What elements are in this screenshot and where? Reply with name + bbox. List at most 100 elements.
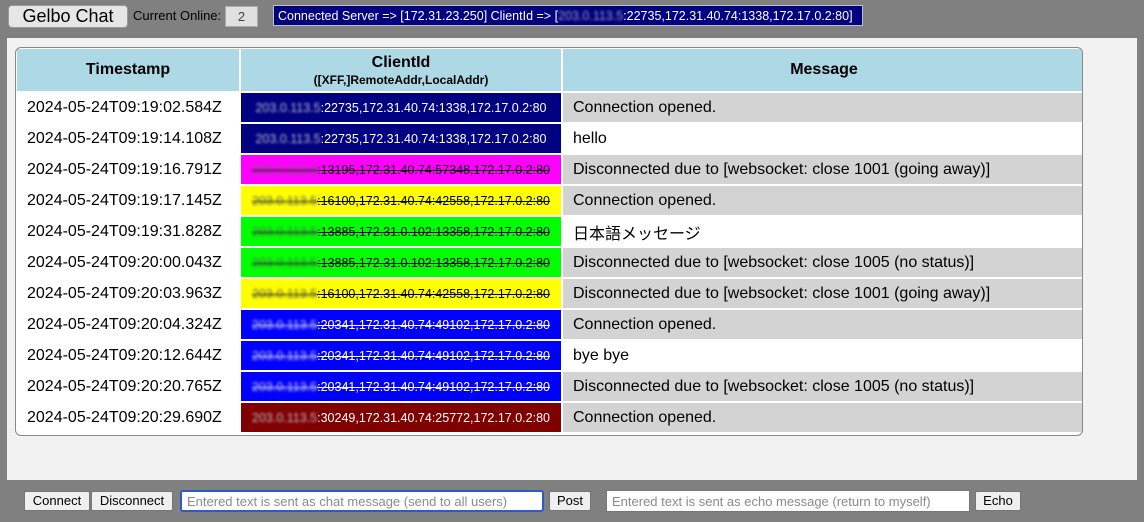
- row-timestamp: 2024-05-24T09:20:20.765Z: [17, 372, 239, 401]
- row-clientid-text: 203.0.113.5:16100,172.31.40.74:42558,172…: [252, 194, 550, 208]
- row-chat-message: bye bye: [563, 341, 1082, 370]
- redacted-client-ip: 203.0.113.5: [558, 9, 624, 23]
- row-clientid-text: 203.0.113.5:22735,172.31.40.74:1338,172.…: [255, 101, 546, 115]
- row-clientid: 203.0.113.5:22735,172.31.40.74:1338,172.…: [241, 124, 561, 153]
- message-log-panel: Timestamp ClientId ([XFF,]RemoteAddr,Loc…: [7, 38, 1137, 480]
- row-timestamp: 2024-05-24T09:19:14.108Z: [17, 124, 239, 153]
- row-clientid-address: :13885,172.31.0.102:13358,172.17.0.2:80: [317, 224, 550, 239]
- row-clientid-address: :22735,172.31.40.74:1338,172.17.0.2:80: [320, 131, 547, 146]
- row-system-message: Disconnected due to [websocket: close 10…: [563, 155, 1082, 184]
- row-clientid: 203.0.113.5:13885,172.31.0.102:13358,172…: [241, 248, 561, 277]
- redacted-client-ip: 203.0.113.5: [255, 100, 321, 115]
- table-row: 2024-05-24T09:19:02.584Z 203.0.113.5:2273…: [17, 93, 1082, 122]
- connected-server-banner: Connected Server => [172.31.23.250] Clie…: [273, 5, 863, 26]
- row-clientid-address: :13885,172.31.0.102:13358,172.17.0.2:80: [317, 255, 550, 270]
- row-clientid-address: :30249,172.31.40.74:25772,172.17.0.2:80: [317, 410, 550, 425]
- row-timestamp: 2024-05-24T09:20:29.690Z: [17, 403, 239, 432]
- row-clientid: 203.0.113.5:13195,172.31.40.74:57348,172…: [241, 155, 561, 184]
- table-row: 2024-05-24T09:19:31.828Z 203.0.113.5:1388…: [17, 217, 1082, 246]
- redacted-client-ip: 203.0.113.5: [252, 410, 318, 425]
- row-clientid-text: 203.0.113.5:13195,172.31.40.74:57348,172…: [252, 163, 550, 177]
- column-header-clientid: ClientId ([XFF,]RemoteAddr,LocalAddr): [241, 49, 561, 91]
- row-timestamp: 2024-05-24T09:20:03.963Z: [17, 279, 239, 308]
- clientid-header-label: ClientId: [371, 53, 431, 71]
- row-clientid: 203.0.113.5:16100,172.31.40.74:42558,172…: [241, 279, 561, 308]
- row-clientid-address: :20341,172.31.40.74:49102,172.17.0.2:80: [317, 317, 550, 332]
- online-count-label: Current Online:: [133, 8, 222, 23]
- row-clientid-text: 203.0.113.5:20341,172.31.40.74:49102,172…: [252, 318, 550, 332]
- row-clientid-text: 203.0.113.5:20341,172.31.40.74:49102,172…: [252, 380, 550, 394]
- row-clientid-text: 203.0.113.5:20341,172.31.40.74:49102,172…: [252, 349, 550, 363]
- row-clientid: 203.0.113.5:20341,172.31.40.74:49102,172…: [241, 341, 561, 370]
- row-chat-message: hello: [563, 124, 1082, 153]
- redacted-client-ip: 203.0.113.5: [252, 224, 318, 239]
- message-table-frame[interactable]: Timestamp ClientId ([XFF,]RemoteAddr,Loc…: [15, 47, 1083, 436]
- row-clientid: 203.0.113.5:22735,172.31.40.74:1338,172.…: [241, 93, 561, 122]
- row-clientid-address: :20341,172.31.40.74:49102,172.17.0.2:80: [317, 348, 550, 363]
- connect-button[interactable]: Connect: [24, 491, 90, 511]
- server-banner-prefix: Connected Server => [172.31.23.250] Clie…: [278, 9, 559, 23]
- row-system-message: Disconnected due to [websocket: close 10…: [563, 279, 1082, 308]
- row-system-message: Connection opened.: [563, 186, 1082, 215]
- redacted-client-ip: 203.0.113.5: [252, 286, 318, 301]
- table-row: 2024-05-24T09:19:17.145Z 203.0.113.5:1610…: [17, 186, 1082, 215]
- input-bar: Connect Disconnect Post Echo: [0, 490, 1144, 514]
- row-clientid: 203.0.113.5:30249,172.31.40.74:25772,172…: [241, 403, 561, 432]
- table-row: 2024-05-24T09:20:03.963Z 203.0.113.5:1610…: [17, 279, 1082, 308]
- row-system-message: Disconnected due to [websocket: close 10…: [563, 248, 1082, 277]
- table-row: 2024-05-24T09:19:14.108Z 203.0.113.5:2273…: [17, 124, 1082, 153]
- row-system-message: Connection opened.: [563, 310, 1082, 339]
- chat-message-input[interactable]: [180, 490, 544, 512]
- table-row: 2024-05-24T09:20:00.043Z 203.0.113.5:1388…: [17, 248, 1082, 277]
- row-clientid-address: :16100,172.31.40.74:42558,172.17.0.2:80: [317, 286, 550, 301]
- server-banner-suffix: :22735,172.31.40.74:1338,172.17.0.2:80]: [623, 9, 853, 23]
- message-table: Timestamp ClientId ([XFF,]RemoteAddr,Loc…: [16, 48, 1082, 434]
- message-header-label: Message: [790, 61, 858, 78]
- timestamp-header-label: Timestamp: [85, 61, 171, 78]
- redacted-client-ip: 203.0.113.5: [252, 255, 318, 270]
- row-clientid-text: 203.0.113.5:13885,172.31.0.102:13358,172…: [252, 256, 550, 270]
- table-row: 2024-05-24T09:20:29.690Z 203.0.113.5:3024…: [17, 403, 1082, 432]
- echo-message-input[interactable]: [606, 490, 970, 512]
- row-clientid-text: 203.0.113.5:30249,172.31.40.74:25772,172…: [252, 411, 550, 425]
- row-timestamp: 2024-05-24T09:19:17.145Z: [17, 186, 239, 215]
- row-clientid: 203.0.113.5:20341,172.31.40.74:49102,172…: [241, 310, 561, 339]
- redacted-client-ip: 203.0.113.5: [255, 131, 321, 146]
- clientid-header-sublabel: ([XFF,]RemoteAddr,LocalAddr): [313, 72, 489, 87]
- app-title: Gelbo Chat: [8, 5, 128, 28]
- row-timestamp: 2024-05-24T09:19:02.584Z: [17, 93, 239, 122]
- redacted-client-ip: 203.0.113.5: [252, 348, 318, 363]
- table-row: 2024-05-24T09:20:20.765Z 203.0.113.5:2034…: [17, 372, 1082, 401]
- echo-button[interactable]: Echo: [975, 491, 1021, 511]
- row-clientid-text: 203.0.113.5:22735,172.31.40.74:1338,172.…: [255, 132, 546, 146]
- online-count-value: 2: [225, 6, 258, 27]
- top-bar: Gelbo Chat Current Online: 2 Connected S…: [0, 0, 1144, 32]
- row-timestamp: 2024-05-24T09:20:00.043Z: [17, 248, 239, 277]
- table-header-row: Timestamp ClientId ([XFF,]RemoteAddr,Loc…: [17, 49, 1082, 91]
- column-header-timestamp: Timestamp: [17, 49, 239, 91]
- row-timestamp: 2024-05-24T09:19:16.791Z: [17, 155, 239, 184]
- table-row: 2024-05-24T09:19:16.791Z 203.0.113.5:1319…: [17, 155, 1082, 184]
- row-timestamp: 2024-05-24T09:20:12.644Z: [17, 341, 239, 370]
- redacted-client-ip: 203.0.113.5: [252, 162, 318, 177]
- table-row: 2024-05-24T09:20:12.644Z 203.0.113.5:2034…: [17, 341, 1082, 370]
- row-clientid: 203.0.113.5:16100,172.31.40.74:42558,172…: [241, 186, 561, 215]
- row-system-message: Connection opened.: [563, 93, 1082, 122]
- redacted-client-ip: 203.0.113.5: [252, 379, 318, 394]
- disconnect-button[interactable]: Disconnect: [91, 491, 173, 511]
- row-system-message: Connection opened.: [563, 403, 1082, 432]
- row-chat-message: 日本語メッセージ: [563, 217, 1082, 246]
- row-clientid-text: 203.0.113.5:13885,172.31.0.102:13358,172…: [252, 225, 550, 239]
- redacted-client-ip: 203.0.113.5: [252, 317, 318, 332]
- row-timestamp: 2024-05-24T09:19:31.828Z: [17, 217, 239, 246]
- row-clientid: 203.0.113.5:20341,172.31.40.74:49102,172…: [241, 372, 561, 401]
- redacted-client-ip: 203.0.113.5: [252, 193, 318, 208]
- row-clientid-text: 203.0.113.5:16100,172.31.40.74:42558,172…: [252, 287, 550, 301]
- column-header-message: Message: [563, 49, 1082, 91]
- row-timestamp: 2024-05-24T09:20:04.324Z: [17, 310, 239, 339]
- row-system-message: Disconnected due to [websocket: close 10…: [563, 372, 1082, 401]
- row-clientid-address: :22735,172.31.40.74:1338,172.17.0.2:80: [320, 100, 547, 115]
- post-button[interactable]: Post: [549, 491, 591, 511]
- row-clientid: 203.0.113.5:13885,172.31.0.102:13358,172…: [241, 217, 561, 246]
- table-row: 2024-05-24T09:20:04.324Z 203.0.113.5:2034…: [17, 310, 1082, 339]
